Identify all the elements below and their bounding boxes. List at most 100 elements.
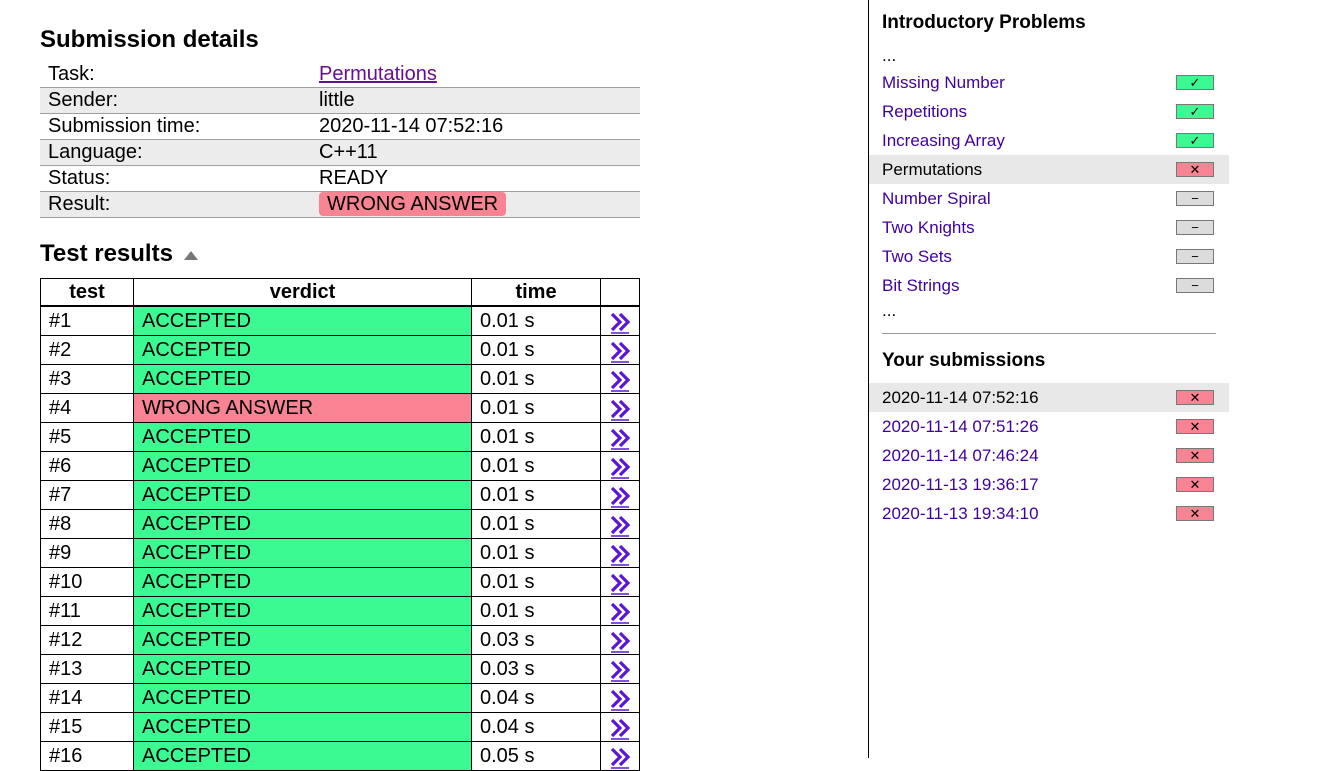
sidebar-item-problem[interactable]: Increasing Array ✓ [869,126,1229,155]
table-row: #16 ACCEPTED 0.05 s [40,741,640,771]
sidebar-item-problem[interactable]: Two Sets − [869,242,1229,271]
double-chevron-right-icon[interactable] [609,484,631,508]
test-id: #3 [40,364,134,394]
table-row: #12 ACCEPTED 0.03 s [40,625,640,655]
test-time: 0.01 s [471,567,601,597]
detail-row: Task: Permutations [40,62,640,88]
test-link-cell [600,509,640,539]
test-verdict: ACCEPTED [133,567,472,597]
double-chevron-right-icon[interactable] [609,426,631,450]
test-id: #11 [40,596,134,626]
problem-link[interactable]: Two Sets [882,247,952,266]
ellipsis-bottom: ... [882,301,897,320]
check-icon: ✓ [1176,133,1214,148]
sidebar-item-problem[interactable]: Two Knights − [869,213,1229,242]
dash-icon: − [1176,249,1214,264]
detail-row: Sender: little [40,87,640,114]
cross-icon: ✕ [1176,390,1214,405]
submission-link[interactable]: 2020-11-14 07:51:26 [882,417,1039,436]
sidebar-item-problem: Permutations ✕ [869,155,1229,184]
test-link-cell [600,305,640,336]
table-row: #2 ACCEPTED 0.01 s [40,335,640,365]
sidebar-item-problem[interactable]: Number Spiral − [869,184,1229,213]
test-verdict: ACCEPTED [133,596,472,626]
sidebar-item-submission[interactable]: 2020-11-14 07:51:26 ✕ [869,412,1229,441]
detail-value-cell: C++11 [311,139,640,166]
detail-key: Language: [40,139,311,166]
test-time: 0.04 s [471,683,601,713]
double-chevron-right-icon[interactable] [609,513,631,537]
sidebar-item-submission[interactable]: 2020-11-14 07:46:24 ✕ [869,441,1229,470]
test-id: #8 [40,509,134,539]
table-row: #1 ACCEPTED 0.01 s [40,305,640,336]
test-link-cell [600,741,640,771]
problem-link[interactable]: Increasing Array [882,131,1005,150]
test-verdict: ACCEPTED [133,538,472,568]
problem-link[interactable]: Number Spiral [882,189,991,208]
double-chevron-right-icon[interactable] [609,687,631,711]
check-icon: ✓ [1176,104,1214,119]
test-time: 0.01 s [471,422,601,452]
double-chevron-right-icon[interactable] [609,310,631,334]
test-verdict: ACCEPTED [133,422,472,452]
submission-time: 2020-11-14 07:52:16 [882,388,1039,407]
test-verdict: ACCEPTED [133,305,472,336]
double-chevron-right-icon[interactable] [609,600,631,624]
detail-row: Language: C++11 [40,139,640,166]
sidebar-item-submission[interactable]: 2020-11-13 19:36:17 ✕ [869,470,1229,499]
test-time: 0.05 s [471,741,601,771]
sidebar-item-problem[interactable]: Bit Strings − [869,271,1229,300]
test-id: #9 [40,538,134,568]
detail-row: Status: READY [40,165,640,192]
detail-row: Result: WRONG ANSWER [40,191,640,218]
task-link[interactable]: Permutations [319,63,437,85]
detail-value: C++11 [319,141,378,163]
test-verdict: ACCEPTED [133,712,472,742]
submission-link[interactable]: 2020-11-13 19:34:10 [882,504,1039,523]
double-chevron-right-icon[interactable] [609,455,631,479]
detail-value: READY [319,167,388,189]
detail-key: Status: [40,165,311,192]
double-chevron-right-icon[interactable] [609,571,631,595]
collapse-triangle-icon[interactable] [183,250,198,260]
submission-link[interactable]: 2020-11-14 07:46:24 [882,446,1039,465]
detail-value-cell: 2020-11-14 07:52:16 [311,113,640,140]
test-results-header[interactable]: Test results [40,240,198,268]
test-verdict: ACCEPTED [133,335,472,365]
detail-row: Submission time: 2020-11-14 07:52:16 [40,113,640,140]
column-header-test: test [40,278,134,307]
table-row: #11 ACCEPTED 0.01 s [40,596,640,626]
table-row: #7 ACCEPTED 0.01 s [40,480,640,510]
submission-link[interactable]: 2020-11-13 19:36:17 [882,475,1039,494]
column-header-verdict: verdict [133,278,472,307]
double-chevron-right-icon[interactable] [609,339,631,363]
double-chevron-right-icon[interactable] [609,716,631,740]
test-link-cell [600,596,640,626]
double-chevron-right-icon[interactable] [609,745,631,769]
test-id: #13 [40,654,134,684]
sidebar-item-problem[interactable]: Missing Number ✓ [869,68,1229,97]
cross-icon: ✕ [1176,506,1214,521]
cross-icon: ✕ [1176,448,1214,463]
problem-link[interactable]: Repetitions [882,102,967,121]
test-link-cell [600,480,640,510]
test-time: 0.03 s [471,625,601,655]
test-id: #1 [40,305,134,336]
problem-link[interactable]: Two Knights [882,218,975,237]
double-chevron-right-icon[interactable] [609,397,631,421]
double-chevron-right-icon[interactable] [609,629,631,653]
detail-value-cell: READY [311,165,640,192]
test-time: 0.01 s [471,596,601,626]
double-chevron-right-icon[interactable] [609,542,631,566]
test-time: 0.01 s [471,538,601,568]
double-chevron-right-icon[interactable] [609,658,631,682]
sidebar-item-submission[interactable]: 2020-11-13 19:34:10 ✕ [869,499,1229,528]
sidebar-item-problem[interactable]: Repetitions ✓ [869,97,1229,126]
problem-link[interactable]: Missing Number [882,73,1005,92]
test-id: #4 [40,393,134,423]
test-link-cell [600,567,640,597]
double-chevron-right-icon[interactable] [609,368,631,392]
problem-link[interactable]: Bit Strings [882,276,959,295]
test-time: 0.01 s [471,335,601,365]
sidebar-section-title: Introductory Problems [882,12,1086,33]
